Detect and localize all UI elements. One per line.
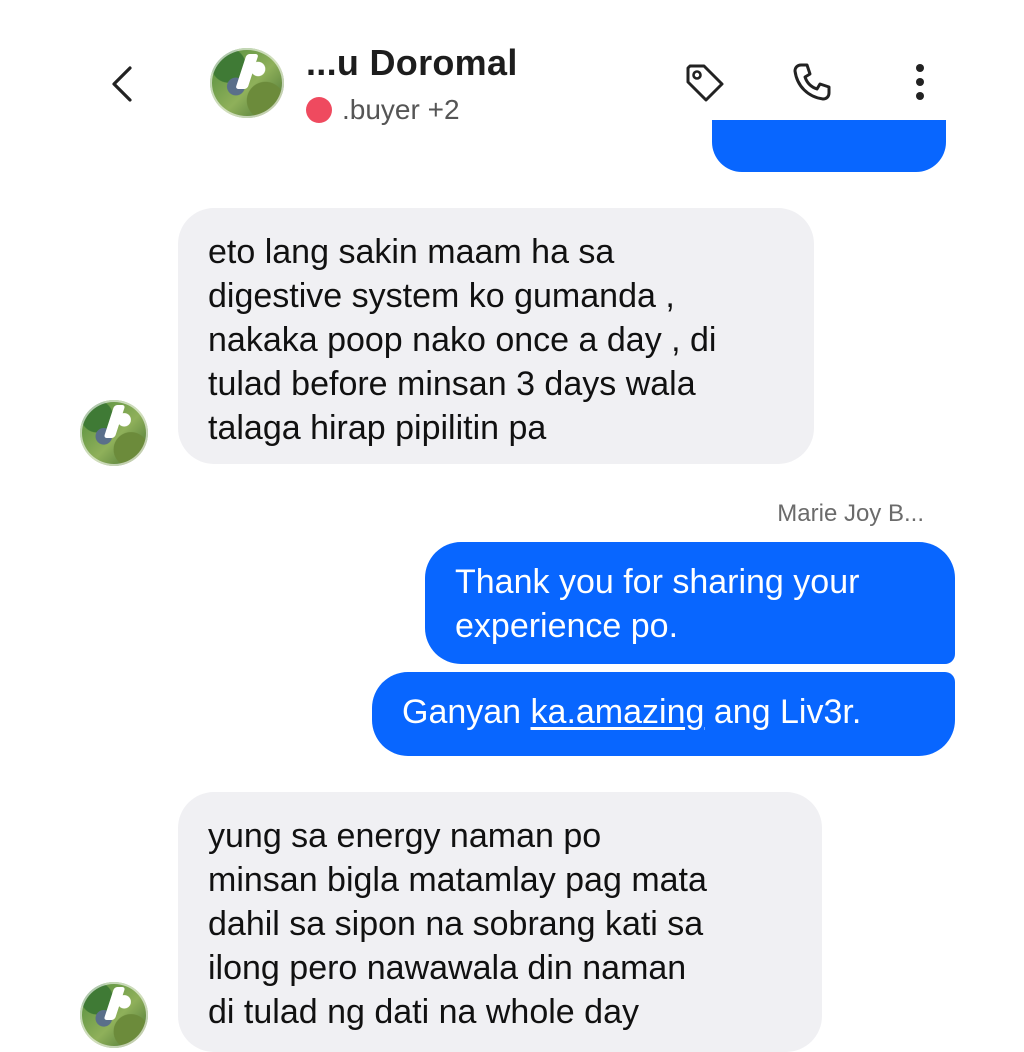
message-link[interactable]: ka.amazing bbox=[531, 693, 705, 731]
outgoing-message-bubble[interactable]: Thank you for sharing your experience po… bbox=[425, 542, 955, 664]
outgoing-sender-name: Marie Joy B... bbox=[777, 500, 924, 527]
more-vertical-icon bbox=[916, 64, 924, 100]
back-button[interactable] bbox=[104, 62, 140, 106]
message-text: Ganyan bbox=[402, 693, 531, 731]
status-dot-icon bbox=[306, 97, 332, 123]
tag-icon bbox=[686, 64, 724, 102]
phone-icon bbox=[793, 63, 831, 101]
incoming-message-bubble[interactable]: yung sa energy naman po minsan bigla mat… bbox=[178, 792, 822, 1052]
message-text: ang Liv3r. bbox=[704, 693, 862, 731]
contact-name[interactable]: ...u Doromal bbox=[306, 42, 518, 84]
message-line: eto lang sakin maam ha sa bbox=[208, 233, 615, 271]
call-button[interactable] bbox=[790, 60, 834, 104]
message-line: talaga hirap pipilitin pa bbox=[208, 409, 547, 447]
message-line: digestive system ko gumanda , bbox=[208, 277, 675, 315]
incoming-message-bubble[interactable]: eto lang sakin maam ha sa digestive syst… bbox=[178, 208, 814, 464]
message-line: ilong pero nawawala din naman bbox=[208, 949, 687, 987]
message-line: Thank you for sharing your bbox=[455, 563, 860, 601]
message-line: di tulad ng dati na whole day bbox=[208, 993, 639, 1031]
message-line: tulad before minsan 3 days wala bbox=[208, 365, 696, 403]
back-chevron-icon bbox=[112, 66, 132, 102]
message-line: dahil sa sipon na sobrang kati sa bbox=[208, 905, 704, 943]
message-line: nakaka poop nako once a day , di bbox=[208, 321, 717, 359]
message-line: yung sa energy naman po bbox=[208, 817, 602, 855]
message-line: Ganyan ka.amazing ang Liv3r. bbox=[402, 690, 925, 734]
status-label: .buyer +2 bbox=[342, 94, 460, 125]
label-button[interactable] bbox=[682, 60, 726, 104]
message-line: minsan bigla matamlay pag mata bbox=[208, 861, 707, 899]
contact-avatar[interactable] bbox=[210, 48, 284, 118]
outgoing-message-bubble-partial[interactable] bbox=[712, 120, 946, 172]
outgoing-message-bubble[interactable]: Ganyan ka.amazing ang Liv3r. bbox=[372, 672, 955, 756]
sender-avatar[interactable] bbox=[80, 982, 148, 1048]
contact-status: .buyer +2 bbox=[306, 94, 460, 126]
message-line: experience po. bbox=[455, 607, 679, 645]
more-options-button[interactable] bbox=[904, 60, 936, 104]
sender-avatar[interactable] bbox=[80, 400, 148, 466]
